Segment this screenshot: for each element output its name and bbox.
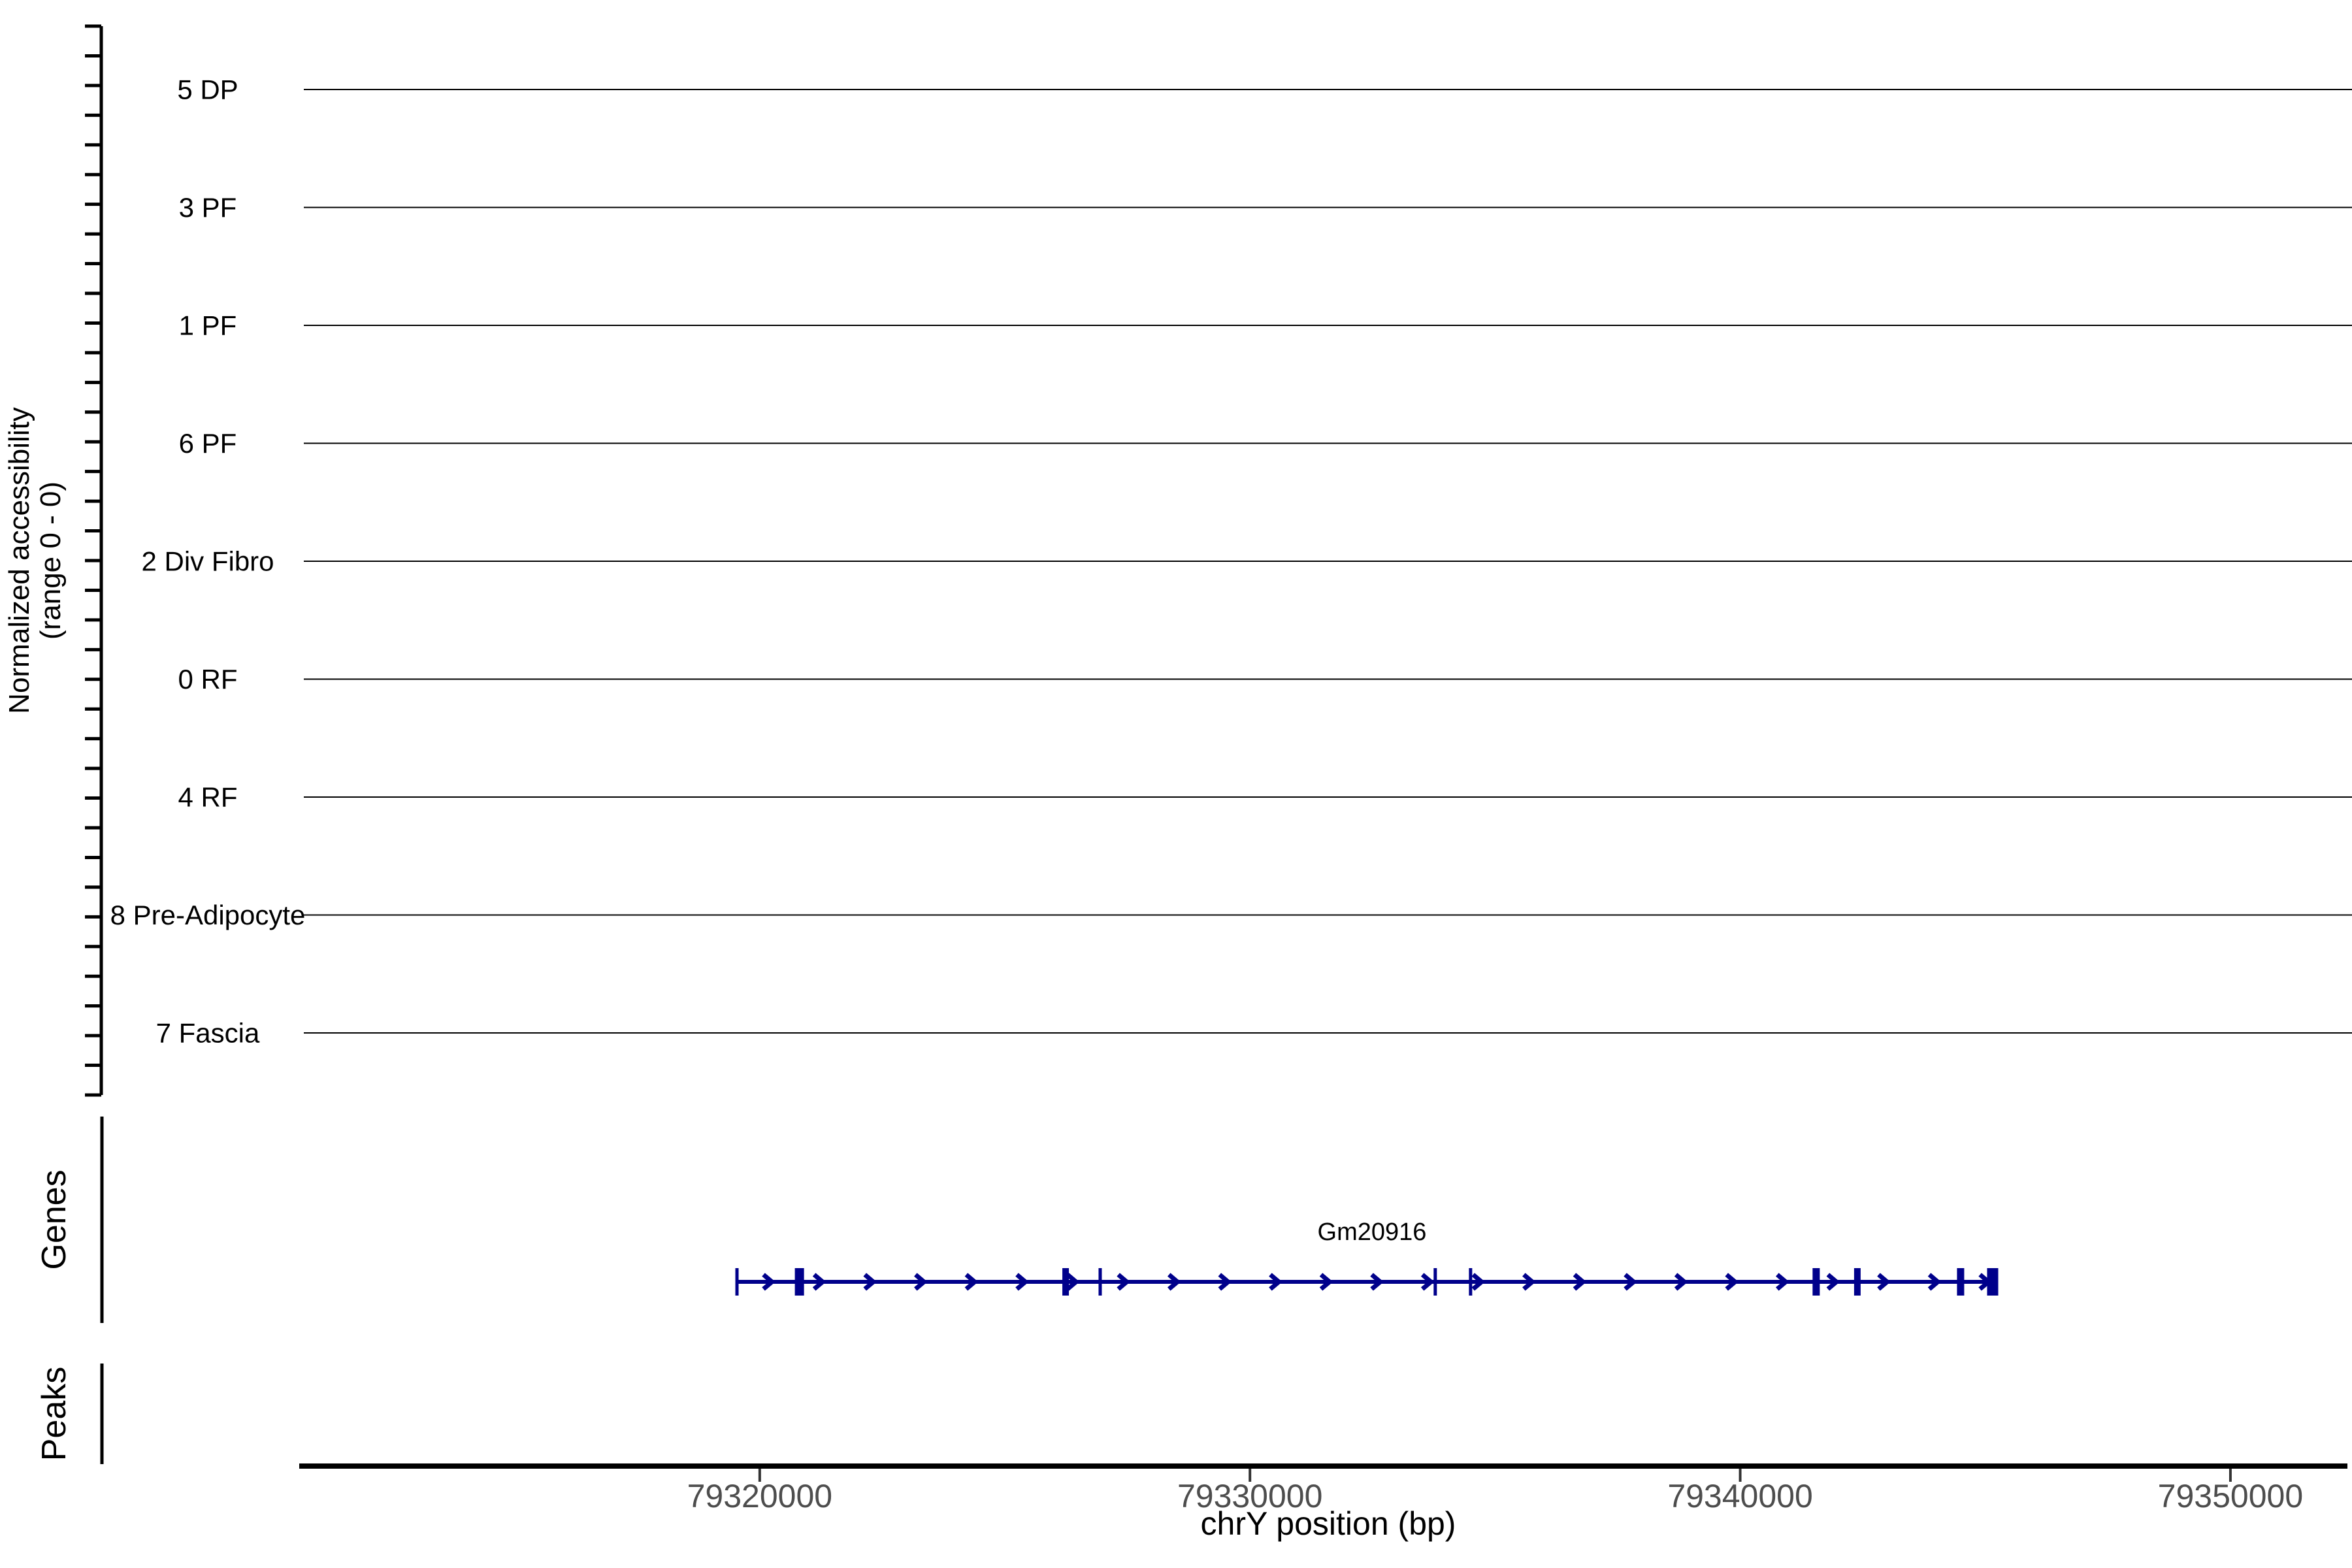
gene-exon — [1469, 1268, 1473, 1296]
gene-exon — [1062, 1268, 1070, 1296]
x-axis-tick-group: 79320000 79330000 79340000 79350000 — [687, 1469, 2303, 1514]
track-gridline-group — [304, 89, 2352, 1034]
track-label: 1 PF — [179, 310, 237, 341]
track-label-group: 5 DP 3 PF 1 PF 6 PF 2 Div Fibro 0 RF 4 RF 8 Pre… — [110, 74, 306, 1049]
gene-exon — [1812, 1268, 1820, 1296]
track-label: 3 PF — [179, 192, 237, 223]
peaks-section-label: Peaks — [35, 1367, 73, 1462]
gene-exon — [1098, 1268, 1102, 1296]
track-label: 8 Pre-Adipocyte — [110, 900, 306, 930]
track-label: 4 RF — [178, 782, 237, 813]
coverage-plot-figure: 5 DP 3 PF 1 PF 6 PF 2 Div Fibro 0 RF 4 RF 8 Pre… — [0, 0, 2352, 1568]
gene-exon — [794, 1268, 804, 1296]
track-label: 0 RF — [178, 664, 237, 694]
plot-canvas: 5 DP 3 PF 1 PF 6 PF 2 Div Fibro 0 RF 4 RF 8 Pre… — [3, 24, 2352, 1542]
track-label: 2 Div Fibro — [141, 546, 274, 577]
gene-name-label: Gm20916 — [1318, 1218, 1427, 1246]
track-label: 5 DP — [177, 74, 238, 105]
gene-exon — [1433, 1268, 1437, 1296]
gene-exon — [1957, 1268, 1965, 1296]
gene-exon — [1854, 1268, 1861, 1296]
x-axis-title: chrY position (bp) — [1201, 1505, 1456, 1542]
track-label: 7 Fascia — [156, 1018, 260, 1049]
x-axis-tick-label: 79340000 — [1667, 1478, 1812, 1514]
x-axis-tick-label: 79320000 — [687, 1478, 832, 1514]
gene-exon — [1987, 1268, 1999, 1296]
y-axis-title-line1: Normalized accessibility — [3, 407, 35, 713]
y-axis-title-line2: (range 0 - 0) — [35, 482, 67, 640]
x-axis-tick-label: 79350000 — [2158, 1478, 2303, 1514]
gene-exon — [735, 1268, 739, 1296]
y-axis-tick-group — [85, 24, 101, 1097]
genes-section-label: Genes — [35, 1169, 73, 1269]
gene-model — [735, 1268, 1999, 1296]
track-label: 6 PF — [179, 428, 237, 459]
